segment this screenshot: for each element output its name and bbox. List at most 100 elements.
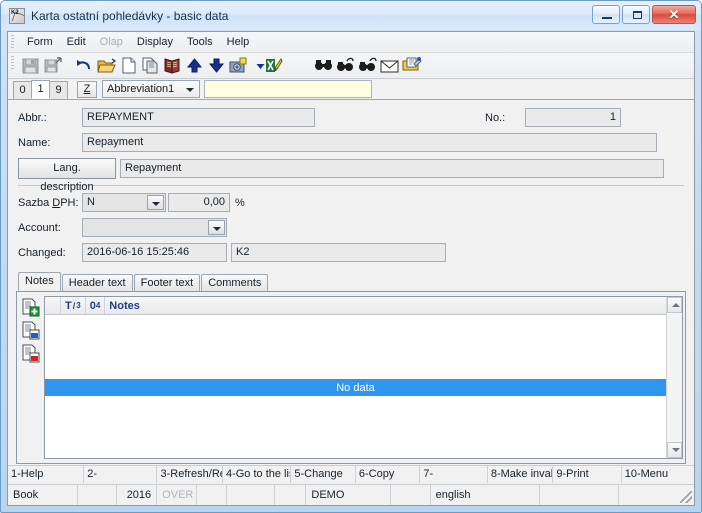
no-data-row[interactable]: No data: [45, 379, 666, 396]
status-year: 2016: [117, 485, 158, 505]
nav-tab-9[interactable]: 9: [49, 81, 68, 99]
fkey-8-make-invalid[interactable]: 8-Make invalid: [488, 466, 554, 483]
no-label: No.:: [485, 111, 506, 124]
notes-grid: T/3 04 Notes No data: [44, 296, 683, 459]
abbr-field[interactable]: REPAYMENT: [82, 108, 315, 127]
fkey-5-change[interactable]: 5-Change: [291, 466, 356, 483]
camera-icon[interactable]: [228, 55, 249, 76]
dph-row: Sazba DPH: N 0,00 %: [18, 193, 684, 212]
edit-notes-icon[interactable]: [401, 55, 422, 76]
menu-display[interactable]: Display: [130, 34, 180, 50]
fkey-1-help[interactable]: 1-Help: [8, 466, 85, 483]
tab-comments[interactable]: Comments: [201, 274, 269, 291]
open-folder-icon[interactable]: [96, 55, 117, 76]
status-book: Book: [8, 485, 78, 505]
menu-gripper[interactable]: [11, 35, 14, 50]
window-title: Karta ostatní pohledávky - basic data: [31, 8, 229, 23]
name-field[interactable]: Repayment: [82, 133, 657, 152]
status-cell-9: [391, 485, 431, 505]
add-note-icon[interactable]: [21, 298, 40, 317]
tab-strip: Notes Header text Footer text Comments: [8, 272, 694, 291]
minimize-button[interactable]: [592, 5, 620, 24]
maximize-button[interactable]: [622, 5, 650, 24]
k2-app-icon: [9, 7, 25, 24]
form-divider: [18, 185, 684, 186]
scroll-track[interactable]: [667, 313, 682, 442]
save-as-icon[interactable]: [42, 55, 63, 76]
lang-description-row: Lang. description Repayment: [18, 158, 684, 193]
menu-edit[interactable]: Edit: [60, 34, 93, 50]
status-bar: Book 2016 OVER DEMO english: [8, 484, 694, 505]
function-key-bar: 1-Help 2- 3-Refresh/Re 4-Go to the lis 5…: [8, 465, 694, 483]
changed-row: Changed: 2016-06-16 15:25:46 K2: [18, 243, 684, 262]
dph-combo[interactable]: N: [82, 193, 166, 212]
menu-help[interactable]: Help: [220, 34, 257, 50]
client-area: Form Edit Olap Display Tools Help 0 1 9 …: [7, 31, 695, 506]
status-cell-11: [540, 485, 620, 505]
fkey-10-menu[interactable]: 10-Menu: [622, 466, 694, 483]
lang-description-field[interactable]: Repayment: [120, 159, 664, 178]
scroll-down-icon[interactable]: [667, 442, 682, 458]
grid-row-spacer-3: [45, 347, 666, 363]
find-icon[interactable]: [313, 55, 334, 76]
notes-grid-rows: No data: [45, 315, 666, 396]
account-combo-arrow-icon[interactable]: [208, 220, 225, 235]
minimize-icon: [602, 17, 612, 19]
title-bar: Karta ostatní pohledávky - basic data ✕: [1, 1, 701, 30]
find-next-icon[interactable]: [357, 55, 378, 76]
book-icon[interactable]: [162, 55, 183, 76]
chevron-down-icon: [186, 88, 194, 92]
mail-icon[interactable]: [379, 55, 400, 76]
fkey-2[interactable]: 2-: [84, 466, 158, 483]
nav-tab-0[interactable]: 0: [13, 81, 32, 99]
dph-rate-field[interactable]: 0,00: [168, 193, 230, 212]
notes-grid-header: T/3 04 Notes: [45, 297, 666, 315]
status-cell-2: [78, 485, 118, 505]
undo-icon[interactable]: [74, 55, 95, 76]
arrow-up-icon[interactable]: [184, 55, 205, 76]
search-input[interactable]: [204, 80, 372, 98]
menu-tools[interactable]: Tools: [180, 34, 220, 50]
excel-export-icon[interactable]: [263, 55, 284, 76]
new-document-icon[interactable]: [118, 55, 139, 76]
application-window: Karta ostatní pohledávky - basic data ✕ …: [0, 0, 702, 513]
fkey-4-go-to-list[interactable]: 4-Go to the lis: [223, 466, 292, 483]
grid-row-spacer-1: [45, 315, 666, 331]
tab-notes[interactable]: Notes: [18, 272, 61, 291]
column-header-notes[interactable]: Notes: [105, 297, 666, 314]
form-panel: Abbr.: REPAYMENT No.: 1 Name: Repayment …: [8, 100, 694, 270]
column-header-0[interactable]: 04: [86, 297, 106, 314]
dropdown-arrow-icon[interactable]: [250, 55, 265, 76]
fkey-6-copy[interactable]: 6-Copy: [356, 466, 421, 483]
toolbar-gripper[interactable]: [11, 56, 14, 71]
close-button[interactable]: ✕: [652, 5, 696, 24]
status-cell-6: [227, 485, 275, 505]
column-header-t[interactable]: T/3: [61, 297, 86, 314]
name-row: Name: Repayment: [18, 133, 684, 152]
dph-combo-arrow-icon[interactable]: [147, 195, 164, 210]
changed-label: Changed:: [18, 246, 66, 259]
edit-note-icon[interactable]: [21, 321, 40, 340]
status-language: english: [431, 485, 540, 505]
arrow-down-icon[interactable]: [206, 55, 227, 76]
scroll-up-icon[interactable]: [667, 297, 682, 313]
menu-form[interactable]: Form: [20, 34, 60, 50]
tab-footer-text[interactable]: Footer text: [133, 274, 201, 291]
delete-note-icon[interactable]: [21, 344, 40, 363]
no-field[interactable]: 1: [525, 108, 621, 127]
find-previous-icon[interactable]: [335, 55, 356, 76]
fkey-9-print[interactable]: 9-Print: [553, 466, 622, 483]
tab-header-text[interactable]: Header text: [61, 274, 133, 291]
lang-description-button[interactable]: Lang. description: [18, 158, 116, 193]
account-combo[interactable]: [82, 218, 227, 237]
nav-tab-1[interactable]: 1: [31, 80, 50, 99]
z-button[interactable]: Z: [77, 81, 97, 98]
abbreviation-select[interactable]: Abbreviation1: [102, 80, 200, 98]
save-icon[interactable]: [20, 55, 41, 76]
fkey-7[interactable]: 7-: [420, 466, 488, 483]
resize-grip-icon[interactable]: [680, 491, 692, 503]
notes-vertical-scrollbar[interactable]: [666, 297, 682, 458]
fkey-3-refresh[interactable]: 3-Refresh/Re: [157, 466, 223, 483]
nav-row: 0 1 9 Z Abbreviation1: [8, 79, 694, 100]
copy-icon[interactable]: [140, 55, 161, 76]
